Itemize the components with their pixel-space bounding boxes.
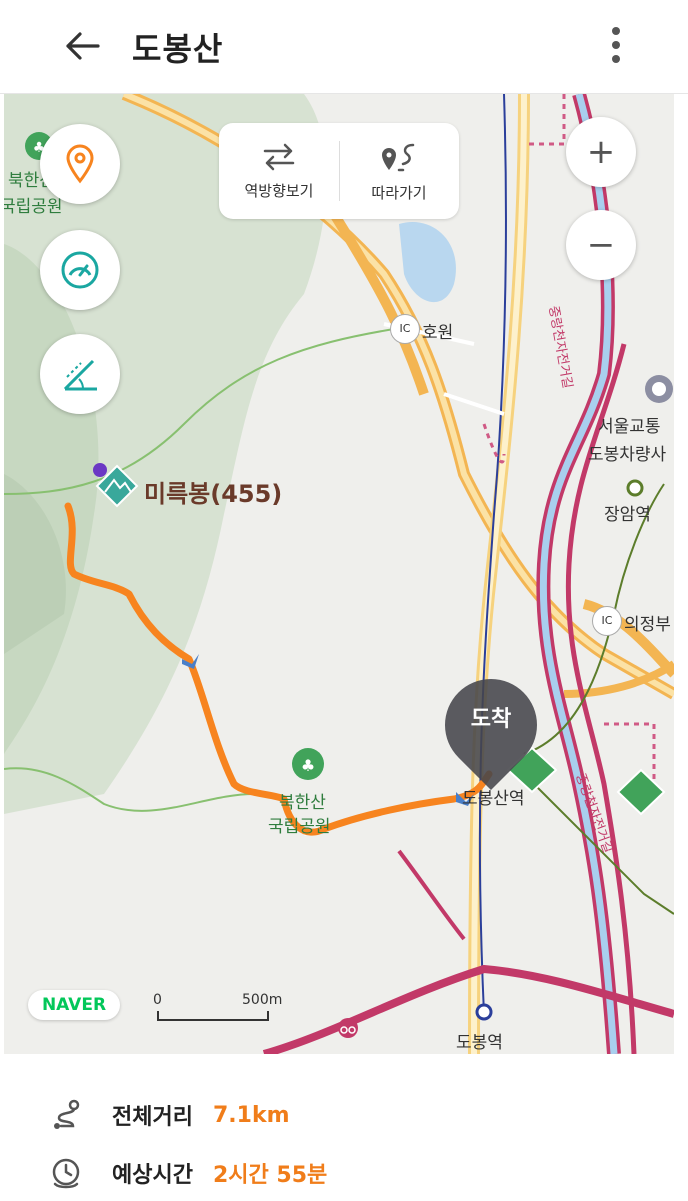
slope-button[interactable] xyxy=(40,334,120,414)
swap-arrows-icon xyxy=(263,143,295,170)
route-toolbar: 역방향보기 따라가기 xyxy=(219,123,459,219)
time-label: 예상시간 xyxy=(112,1163,193,1188)
route-distance-icon xyxy=(48,1097,84,1133)
station-label-dobong: 도봉역 xyxy=(456,1033,503,1053)
plus-icon: + xyxy=(586,132,616,172)
depot-label-line2: 도봉차량사 xyxy=(588,445,667,465)
top-bar: 도봉산 xyxy=(0,0,688,94)
peak-label[interactable]: 미륵봉(455) xyxy=(144,474,282,509)
more-options-button[interactable] xyxy=(598,22,634,68)
back-button[interactable] xyxy=(58,24,106,68)
location-pin-icon xyxy=(66,144,94,184)
follow-route-label: 따라가기 xyxy=(371,183,427,202)
route-summary-panel: 전체거리 7.1km 예상시간 2시간 55분 xyxy=(0,1055,688,1201)
map-view[interactable]: ♣ ♣ 북한산 국립공원 미륵봉(455) IC 호원 서울교통 도봉차량사 장… xyxy=(4,94,674,1054)
park-label-mid-line2: 국립공원 xyxy=(268,817,331,837)
speedometer-icon xyxy=(61,251,99,289)
park-label-top-line2: 국립공원 xyxy=(4,197,63,217)
slope-angle-icon xyxy=(63,359,97,391)
station-label-jangam: 장암역 xyxy=(604,505,651,525)
map-scale: 0 500m xyxy=(153,992,286,1022)
depot-label-line1: 서울교통 xyxy=(598,417,661,437)
my-location-button[interactable] xyxy=(40,124,120,204)
time-value: 2시간 55분 xyxy=(212,1163,328,1188)
time-row: 예상시간 2시간 55분 xyxy=(48,1153,327,1193)
ic-label-howon: 호원 xyxy=(422,323,454,343)
distance-value: 7.1km xyxy=(212,1102,290,1128)
park-label-mid-line1: 북한산 xyxy=(279,793,326,813)
naver-logo[interactable]: NAVER xyxy=(28,990,120,1020)
arrival-label: 도착 xyxy=(470,707,512,732)
zoom-out-button[interactable]: − xyxy=(566,210,636,280)
kebab-menu-icon xyxy=(612,27,620,63)
page-title: 도봉산 xyxy=(132,30,224,68)
scale-max: 500m xyxy=(242,992,283,1008)
follow-route-button[interactable]: 따라가기 xyxy=(339,123,459,219)
svg-text:♣: ♣ xyxy=(301,756,315,775)
ic-label-uijeongbu: 의정부 xyxy=(624,615,671,635)
arrow-left-icon xyxy=(66,32,100,60)
distance-label: 전체거리 xyxy=(112,1105,193,1130)
map-left-edge xyxy=(0,94,4,1054)
clock-icon xyxy=(48,1155,84,1191)
ic-badge-uijeongbu: IC xyxy=(592,606,622,636)
reverse-direction-label: 역방향보기 xyxy=(244,181,314,200)
distance-row: 전체거리 7.1km xyxy=(48,1095,290,1135)
route-pin-icon xyxy=(382,143,415,171)
scale-zero: 0 xyxy=(153,992,162,1008)
reverse-direction-button[interactable]: 역방향보기 xyxy=(219,123,339,219)
ic-badge-howon: IC xyxy=(390,314,420,344)
minus-icon: − xyxy=(586,225,616,265)
map-right-edge xyxy=(674,94,688,1054)
speed-button[interactable] xyxy=(40,230,120,310)
zoom-in-button[interactable]: + xyxy=(566,117,636,187)
arrival-marker[interactable]: 도착 xyxy=(425,659,557,791)
scale-bar xyxy=(157,1011,269,1021)
